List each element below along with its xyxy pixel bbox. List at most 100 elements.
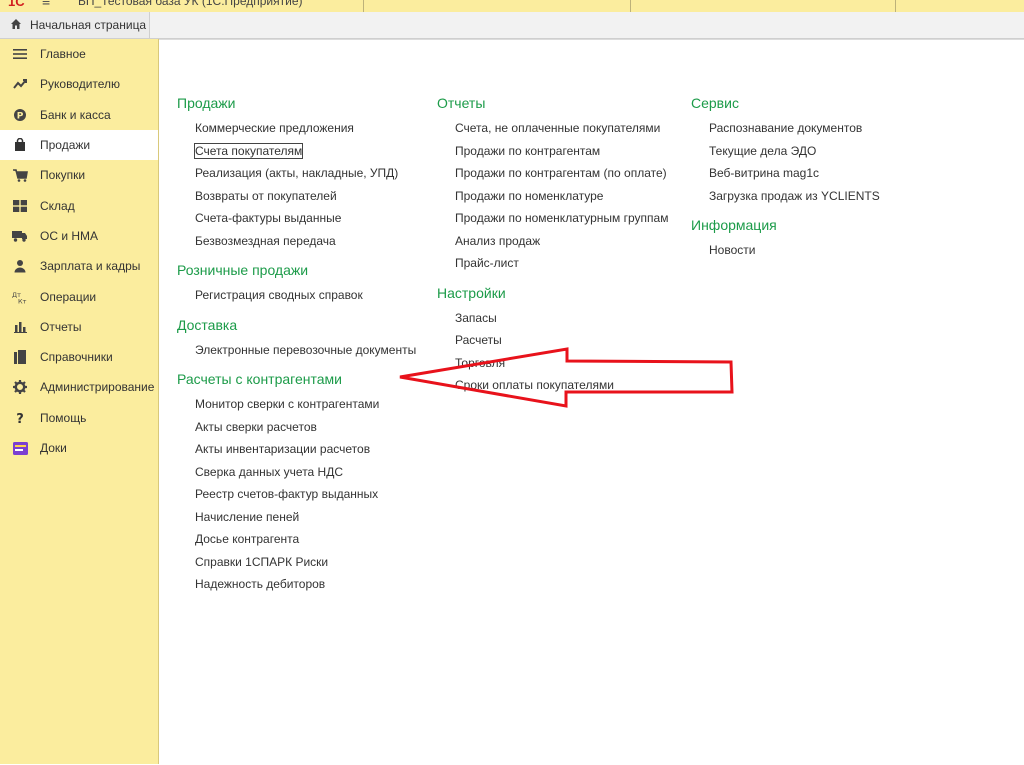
section-link-label: Акты сверки расчетов [195,419,317,434]
tab-home[interactable]: Начальная страница [0,12,150,38]
sidebar-item-label: Помощь [40,410,87,425]
section-link-label: Запасы [455,310,497,325]
section-link-label: Счета покупателям [193,142,304,159]
sidebar-item[interactable]: Зарплата и кадры [0,251,158,281]
section-link-label: Монитор сверки с контрагентами [195,397,380,411]
titlebar-divider [363,0,364,12]
section-link[interactable]: Анализ продаж [455,230,687,253]
section-link[interactable]: Безвозмездная передача [195,230,427,253]
sidebar-item[interactable]: Администрирование [0,372,158,402]
section-link[interactable]: Продажи по номенклатуре [455,185,687,208]
section-link-label: Торговля [455,355,506,370]
section-title: Продажи [177,95,236,111]
section-link[interactable]: Текущие дела ЭДО [709,140,951,163]
section-link[interactable]: Загрузка продаж из YCLIENTS [709,185,951,208]
section-title: Розничные продажи [177,262,309,278]
tab-bar: Начальная страница [0,12,1024,39]
section-link[interactable]: Электронные перевозочные документы [195,339,427,362]
section-link[interactable]: Счета-фактуры выданные [195,207,427,230]
column-service: Сервис Распознавание документов Текущие де… [691,92,951,269]
section-link-label: Распознавание документов [709,121,863,135]
section-link[interactable]: Акты сверки расчетов [195,416,427,439]
sidebar-item-label: Банк и касса [40,107,111,122]
section-link[interactable]: Регистрация сводных справок [195,284,427,307]
section-link[interactable]: Продажи по контрагентам (по оплате) [455,162,687,185]
section-link-label: Безвозмездная передача [195,233,336,248]
section-link[interactable]: Реестр счетов-фактур выданных [195,483,427,506]
sidebar-item[interactable]: Главное [0,39,158,69]
sidebar-item[interactable]: Склад [0,190,158,220]
menu-icon [12,46,28,62]
sidebar-item-label: Доки [40,441,67,455]
section-link[interactable]: Акты инвентаризации расчетов [195,438,427,461]
home-icon [10,18,22,33]
section-link-label: Расчеты [455,333,502,347]
section-link[interactable]: Запасы [455,307,687,330]
section-link[interactable]: Торговля [455,352,687,375]
section-link[interactable]: Счета, не оплаченные покупателями [455,117,687,140]
section-link[interactable]: Распознавание документов [709,117,951,140]
sidebar-item[interactable]: Покупки [0,160,158,190]
section-title: Настройки [437,284,506,301]
trend-icon [12,76,28,92]
svg-text:P: P [17,111,24,121]
sidebar-item-label: Операции [40,289,97,304]
truck-icon [12,228,28,244]
section-link-label: Надежность дебиторов [195,577,326,591]
section-link[interactable]: Сверка данных учета НДС [195,461,427,484]
section-link[interactable]: Продажи по контрагентам [455,140,687,163]
sidebar-item[interactable]: Дт Кт Операции [0,281,158,311]
section-link-label: Анализ продаж [455,233,541,248]
sidebar-item[interactable]: ? Помощь [0,403,158,433]
sidebar-item-label: Справочники [40,350,113,365]
sidebar-item[interactable]: Продажи [0,129,158,161]
section-link[interactable]: Счета покупателям [193,140,427,163]
main-content: Продажи Коммерческие предложения Счета пок… [159,39,1024,765]
section-link-label: Загрузка продаж из YCLIENTS [709,188,880,203]
section-link[interactable]: Новости [709,239,951,262]
section-link-label: Регистрация сводных справок [195,288,363,302]
svg-text:Кт: Кт [18,297,27,304]
sidebar-item[interactable]: Справочники [0,342,158,372]
section-title: Расчеты с контрагентами [177,371,342,387]
section-link-label: Электронные перевозочные документы [195,342,417,357]
section-link[interactable]: Веб-витрина mag1c [709,162,951,185]
question-icon: ? [12,410,28,426]
section-link-label: Досье контрагента [195,532,300,546]
titlebar-divider [895,0,896,12]
section-link[interactable]: Реализация (акты, накладные, УПД) [195,162,427,185]
sidebar: Главное Руководителю P Банк и касса Продажи П… [0,39,159,764]
sidebar-item[interactable]: Доки [0,433,158,463]
sidebar-item-label: ОС и НМА [40,228,99,243]
gear-icon [12,379,28,395]
sidebar-item-label: Отчеты [40,319,82,334]
section-link[interactable]: Монитор сверки с контрагентами [195,393,427,416]
bag-icon [12,137,28,153]
section-link[interactable]: Надежность дебиторов [195,573,427,596]
section-link-label: Акты инвентаризации расчетов [195,442,371,456]
folder-icon [12,440,28,456]
section-link[interactable]: Расчеты [455,329,687,352]
main-menu-icon[interactable]: ≡ [42,0,50,9]
section-link[interactable]: Начисление пеней [195,506,427,529]
sidebar-item[interactable]: Руководителю [0,69,158,99]
section-link-label: Коммерческие предложения [195,121,354,135]
debit-credit-icon: Дт Кт [12,289,28,305]
sidebar-item[interactable]: Отчеты [0,312,158,342]
section-title: Информация [691,217,777,233]
section-link-label: Сверка данных учета НДС [195,464,344,479]
section-link[interactable]: Возвраты от покупателей [195,185,427,208]
svg-text:?: ? [16,412,24,425]
window-title: БП_Тестовая база УК (1С:Предприятие) [78,0,303,8]
section-link[interactable]: Прайс-лист [455,252,687,275]
books-icon [12,349,28,365]
section-link[interactable]: Продажи по номенклатурным группам [455,207,687,230]
section-link[interactable]: Коммерческие предложения [195,117,427,140]
section-link[interactable]: Сроки оплаты покупателями [455,374,687,397]
section-link[interactable]: Справки 1СПАРК Риски [195,551,427,574]
section-group: Настройки Запасы Расчеты Торговля Сроки опла… [437,282,687,397]
sidebar-item[interactable]: ОС и НМА [0,221,158,251]
sidebar-item[interactable]: P Банк и касса [0,100,158,130]
section-group: Доставка Электронные перевозочные докумен… [177,314,427,362]
section-link[interactable]: Досье контрагента [195,528,427,551]
